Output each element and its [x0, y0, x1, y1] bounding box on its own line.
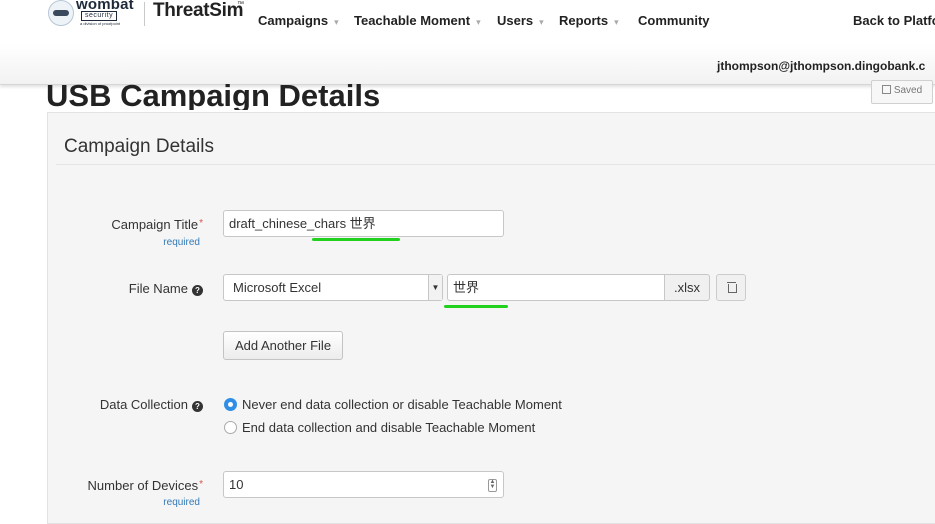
chevron-down-icon: ▾ — [539, 17, 544, 27]
nav-item-reports[interactable]: Reports ▾ — [559, 13, 619, 28]
nav-item-teachable-moment[interactable]: Teachable Moment ▾ — [354, 13, 481, 28]
file-extension-addon: .xlsx — [665, 274, 710, 301]
nav-label: Users — [497, 13, 534, 28]
devices-value: 10 — [229, 477, 244, 492]
question-circle-icon[interactable]: ? — [192, 401, 203, 412]
saved-button[interactable]: Saved — [871, 80, 933, 104]
back-to-platform-link[interactable]: Back to Platfo — [853, 13, 935, 28]
wombat-logo-icon — [48, 0, 74, 26]
campaign-title-label: Campaign Title* — [111, 217, 203, 232]
file-name-label: File Name? — [129, 281, 203, 296]
required-note: required — [163, 497, 200, 508]
file-name-input[interactable]: 世界 — [447, 274, 665, 301]
trash-icon — [728, 284, 737, 293]
radio-never-end[interactable] — [224, 398, 237, 411]
brand-trademark: ™ — [237, 1, 244, 8]
top-navbar: wombat security a division of proofpoint… — [0, 0, 935, 44]
floppy-disk-icon — [881, 85, 891, 94]
logo-subtitle: security — [81, 11, 118, 21]
nav-label: Campaigns — [258, 13, 329, 28]
brand-name[interactable]: ThreatSim — [153, 0, 244, 22]
campaign-details-panel: Campaign Details Campaign Title* require… — [47, 112, 935, 524]
add-another-file-button[interactable]: Add Another File — [223, 331, 343, 360]
radio-end-collection-label[interactable]: End data collection and disable Teachabl… — [242, 420, 535, 435]
panel-divider — [56, 164, 935, 165]
logo-tagline: a division of proofpoint — [80, 21, 121, 26]
campaign-title-input[interactable]: draft_chinese_chars 世界 — [223, 210, 504, 237]
question-circle-icon[interactable]: ? — [192, 285, 203, 296]
chevron-down-icon: ▼ — [428, 275, 442, 300]
wombat-logo[interactable]: wombat security a division of proofpoint — [48, 0, 143, 34]
nav-divider — [144, 2, 145, 26]
radio-never-end-label[interactable]: Never end data collection or disable Tea… — [242, 397, 562, 412]
nav-label: Community — [638, 13, 710, 28]
data-collection-label: Data Collection? — [100, 397, 203, 412]
required-star: * — [199, 479, 203, 490]
chevron-down-icon: ▾ — [476, 17, 481, 27]
nav-item-campaigns[interactable]: Campaigns ▾ — [258, 13, 339, 28]
radio-end-collection[interactable] — [224, 421, 237, 434]
chevron-down-icon: ▾ — [334, 17, 339, 27]
file-type-select[interactable]: Microsoft Excel ▼ — [223, 274, 443, 301]
panel-title: Campaign Details — [64, 136, 214, 157]
spinner-arrows-icon[interactable]: ▲ ▼ — [488, 479, 497, 492]
annotation-underline — [444, 305, 508, 308]
user-email-menu[interactable]: jthompson@jthompson.dingobank.c — [717, 59, 925, 73]
devices-label: Number of Devices* — [87, 478, 203, 493]
nav-label: Teachable Moment — [354, 13, 471, 28]
nav-item-community[interactable]: Community — [638, 13, 710, 28]
saved-label: Saved — [893, 85, 923, 96]
file-type-value: Microsoft Excel — [233, 280, 322, 295]
page-title: USB Campaign Details — [46, 78, 381, 110]
nav-item-users[interactable]: Users ▾ — [497, 13, 544, 28]
annotation-underline — [312, 238, 400, 241]
devices-number-input[interactable]: 10 ▲ ▼ — [223, 471, 504, 498]
required-star: * — [199, 218, 203, 229]
nav-label: Reports — [559, 13, 609, 28]
chevron-down-icon: ▾ — [614, 17, 619, 27]
required-note: required — [163, 237, 200, 248]
delete-file-button[interactable] — [716, 274, 746, 301]
